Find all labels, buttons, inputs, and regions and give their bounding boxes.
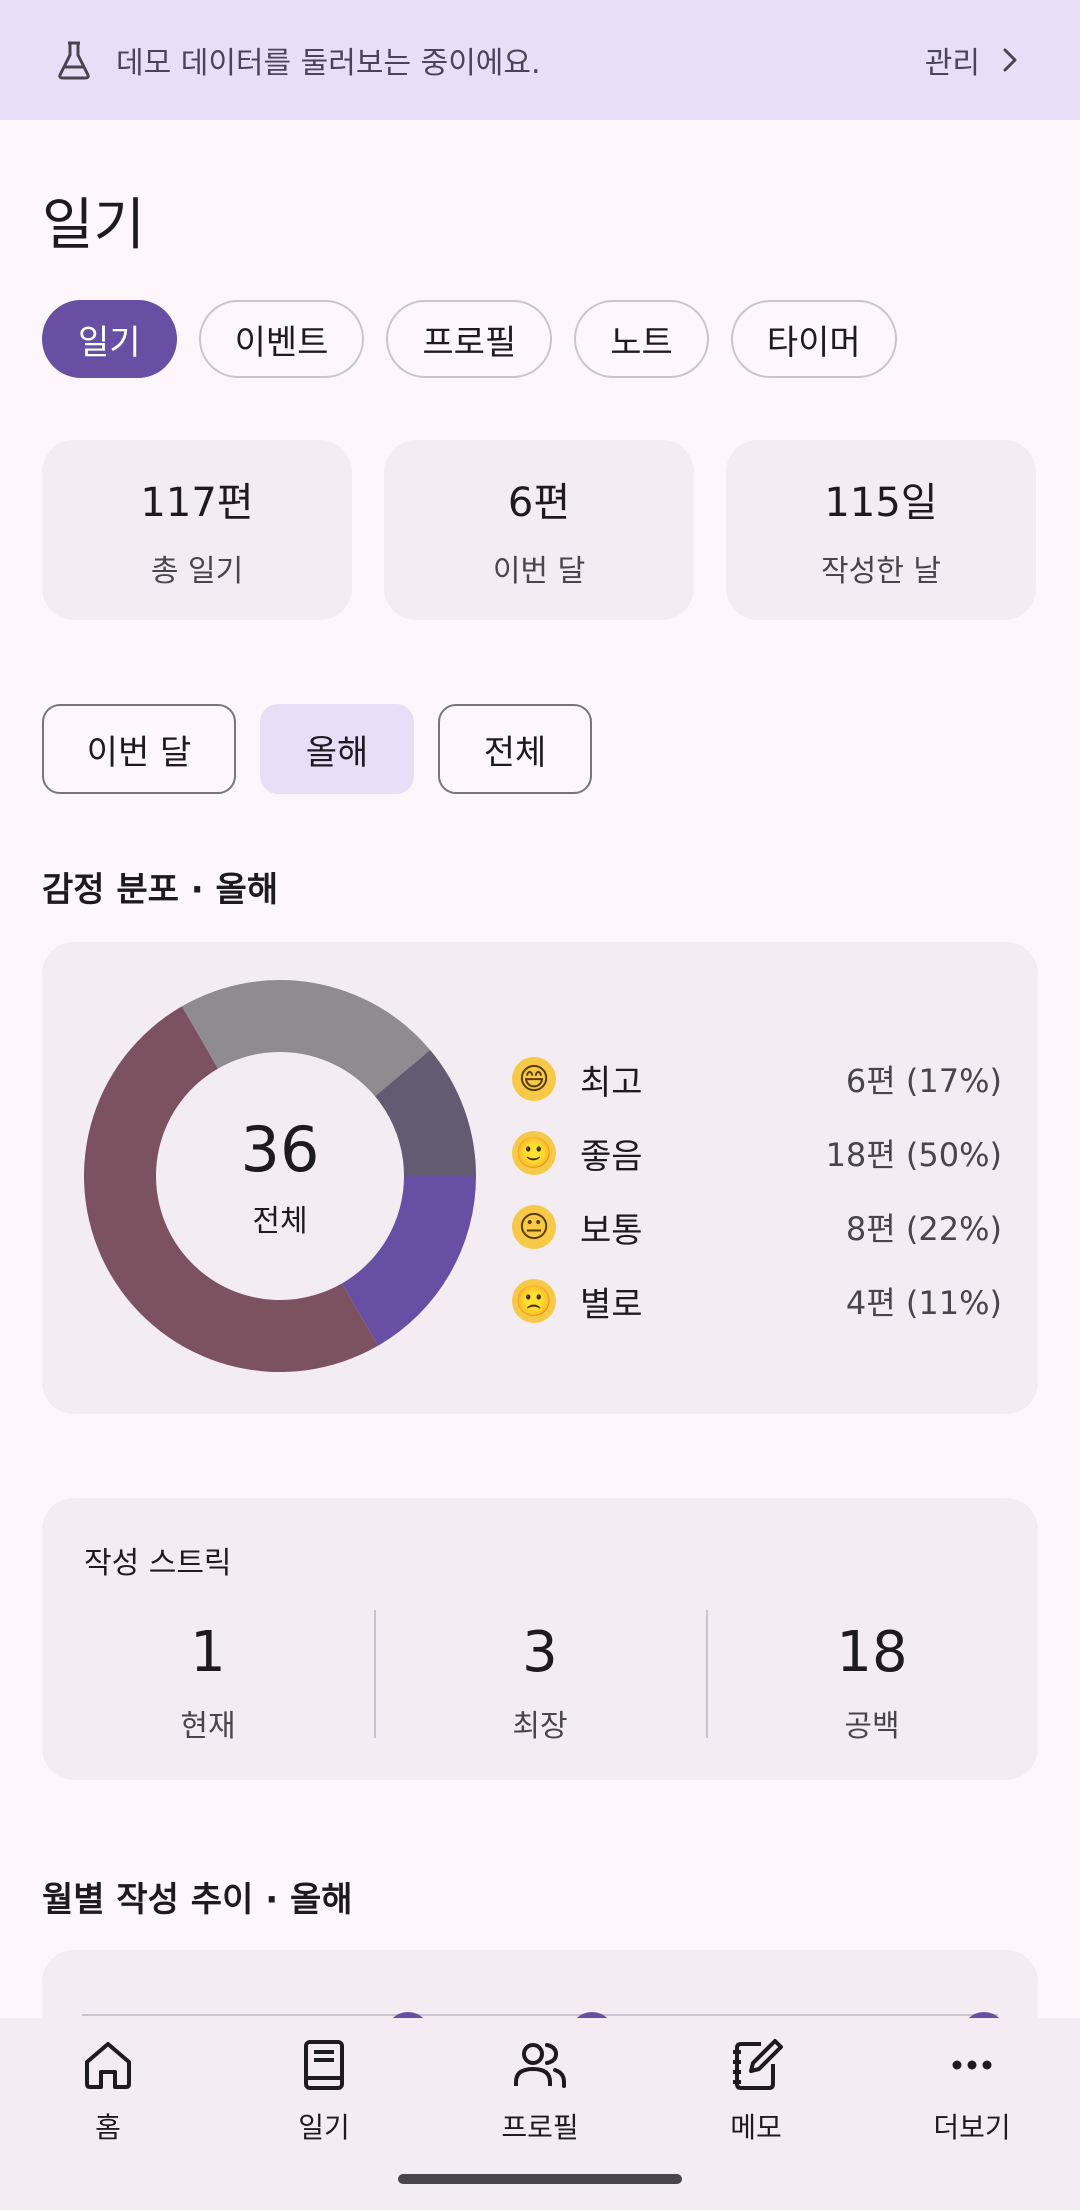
tab-diary[interactable]: 일기 [42,300,177,378]
legend-item-bad: 🙁 별로 4편 (11%) [512,1264,1002,1338]
streak-gap: 18 공백 [706,1610,1038,1744]
tab-note[interactable]: 노트 [574,300,709,378]
nav-label: 일기 [298,2111,350,2144]
legend-name: 별로 [580,1284,643,1325]
monthly-section-title: 월별 작성 추이 · 올해 [42,1880,353,1920]
legend-name: 좋음 [580,1136,643,1177]
stat-card-days: 115일 작성한 날 [726,440,1036,620]
emotion-section-title: 감정 분포 · 올해 [42,870,279,910]
streak-value: 3 [522,1620,558,1685]
monthly-trend-axis [82,2014,998,2016]
stat-label: 작성한 날 [821,554,941,589]
streak-value: 1 [190,1620,226,1685]
note-edit-icon [733,2039,783,2090]
stats-row: 117편 총 일기 6편 이번 달 115일 작성한 날 [42,440,1036,620]
streak-label: 현재 [180,1709,236,1744]
streak-label: 최장 [512,1709,568,1744]
stat-card-total: 117편 총 일기 [42,440,352,620]
flask-icon [58,41,90,80]
legend-item-good: 🙂 좋음 18편 (50%) [512,1116,1002,1190]
slight-smile-icon: 🙂 [512,1131,556,1175]
stat-card-month: 6편 이번 달 [384,440,694,620]
donut-total-label: 전체 [252,1203,308,1239]
grinning-face-icon: 😄 [512,1057,556,1101]
manage-button[interactable]: 관리 [925,38,1024,82]
streak-longest: 3 최장 [374,1610,706,1744]
stat-label: 이번 달 [492,554,586,589]
nav-label: 메모 [730,2111,782,2144]
streak-title: 작성 스트릭 [84,1546,232,1581]
nav-label: 홈 [95,2111,121,2144]
page-title: 일기 [42,193,146,258]
stat-value: 117편 [140,480,254,526]
period-all-button[interactable]: 전체 [438,704,592,794]
streak-value: 18 [836,1620,908,1685]
nav-home[interactable]: 홈 [0,2018,216,2210]
people-icon [514,2043,566,2088]
nav-label: 더보기 [933,2111,1011,2144]
more-horizontal-icon [952,2060,992,2070]
category-tabs: 일기 이벤트 프로필 노트 타이머 [42,300,897,378]
period-this-month-button[interactable]: 이번 달 [42,704,236,794]
streak-current: 1 현재 [42,1610,374,1744]
writing-streak-card: 작성 스트릭 1 현재 3 최장 18 공백 [42,1498,1038,1780]
nav-label: 프로필 [501,2111,579,2144]
stat-value: 6편 [507,480,571,526]
stat-value: 115일 [824,480,938,526]
home-icon [85,2042,131,2089]
legend-count: 6편 (17%) [845,1062,1002,1100]
manage-label: 관리 [924,46,980,81]
legend-name: 보통 [580,1210,643,1251]
legend-item-best: 😄 최고 6편 (17%) [512,1042,1002,1116]
home-indicator[interactable] [398,2174,682,2184]
chevron-right-icon [1003,48,1017,72]
period-selector: 이번 달 올해 전체 [42,704,592,794]
streak-values: 1 현재 3 최장 18 공백 [42,1610,1038,1744]
donut-total-value: 36 [240,1112,320,1186]
tab-timer[interactable]: 타이머 [730,300,897,378]
emotion-legend: 😄 최고 6편 (17%) 🙂 좋음 18편 (50%) 😐 보통 8편 (22… [512,1042,1002,1338]
legend-item-normal: 😐 보통 8편 (22%) [512,1190,1002,1264]
frowning-face-icon: 🙁 [512,1279,556,1323]
streak-label: 공백 [844,1709,900,1744]
legend-count: 4편 (11%) [845,1284,1002,1322]
neutral-face-icon: 😐 [512,1205,556,1249]
legend-name: 최고 [580,1062,643,1103]
tab-event[interactable]: 이벤트 [198,300,365,378]
book-icon [304,2040,344,2090]
tab-profile[interactable]: 프로필 [386,300,553,378]
donut-center: 36 전체 [82,978,478,1374]
legend-count: 8편 (22%) [845,1210,1002,1248]
demo-banner-text: 데모 데이터를 둘러보는 중이에요. [116,46,541,81]
stat-label: 총 일기 [150,554,244,589]
nav-more[interactable]: 더보기 [864,2018,1080,2210]
period-this-year-button[interactable]: 올해 [260,704,414,794]
emotion-distribution-card: 36 전체 😄 최고 6편 (17%) 🙂 좋음 18편 (50%) 😐 보통 … [42,942,1038,1414]
legend-count: 18편 (50%) [825,1136,1002,1174]
demo-banner: 데모 데이터를 둘러보는 중이에요. 관리 [0,0,1080,120]
